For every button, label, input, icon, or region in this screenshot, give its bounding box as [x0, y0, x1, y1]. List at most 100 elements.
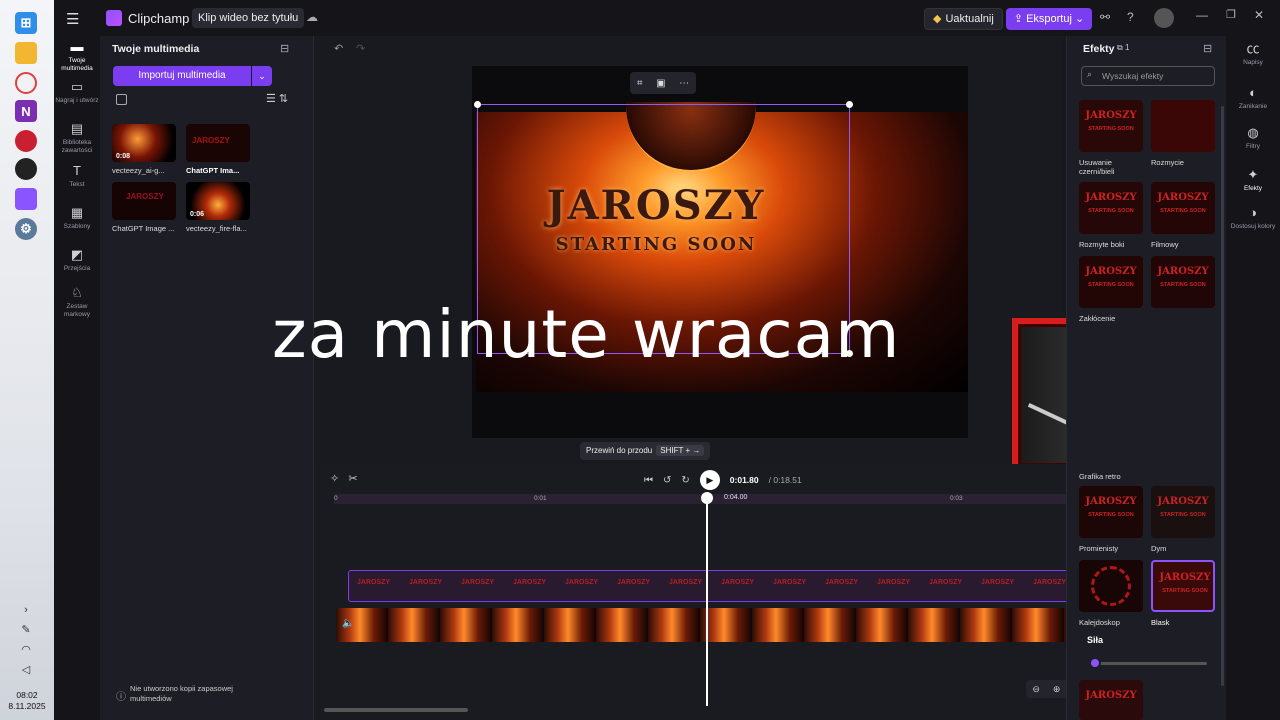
timeline-scrollbar[interactable]	[324, 708, 468, 712]
audio-icon[interactable]: 🔈	[342, 618, 354, 629]
minimize-icon[interactable]: —	[1196, 8, 1208, 22]
tile-subtitle: STARTING SOON	[1160, 208, 1206, 214]
camera-icon: ▭	[70, 79, 84, 94]
file-explorer-icon[interactable]	[15, 42, 37, 64]
media-thumb-3[interactable]: JAROSZY	[112, 182, 176, 220]
folder-icon: ▬	[70, 39, 84, 54]
overlay-clip-label: JAROSZY	[565, 579, 599, 586]
upgrade-button[interactable]: ◆ Uaktualnij	[924, 8, 1003, 30]
redo-icon[interactable]: ↷	[356, 42, 365, 55]
import-dropdown-button[interactable]: ⌄	[252, 66, 272, 86]
nav-content-library[interactable]: ▤ Biblioteka zawartości	[54, 122, 100, 155]
effects-scrollbar[interactable]	[1221, 106, 1224, 686]
resize-handle[interactable]	[846, 101, 853, 108]
effect-tile-10[interactable]: JAROSZY STARTING SOON	[1151, 560, 1215, 612]
avatar[interactable]	[1154, 8, 1174, 28]
export-button[interactable]: ⇪ Eksportuj ⌄	[1006, 8, 1092, 30]
clipchamp-taskbar-icon[interactable]	[15, 188, 37, 210]
taskbar-clock[interactable]: 08:02 8.11.2025	[0, 690, 54, 712]
tile-title: JAROSZY	[1085, 192, 1137, 203]
nav-record-create[interactable]: ▭ Nagraj i utwórz	[54, 80, 100, 105]
pen-icon[interactable]: ✎	[16, 620, 36, 640]
select-all-checkbox[interactable]	[116, 94, 127, 105]
strength-slider-thumb[interactable]	[1088, 657, 1101, 669]
nav-text[interactable]: T Tekst	[54, 164, 100, 189]
fit-icon[interactable]: ▣	[656, 78, 665, 89]
collapse-panel-icon[interactable]: ⊟	[1203, 42, 1212, 55]
kaleidoscope-graphic	[1091, 566, 1131, 606]
tile-title: JAROSZY	[1085, 266, 1137, 277]
nav-transitions[interactable]: ◩ Przejścia	[54, 248, 100, 273]
rb-filters[interactable]: ◍ Filtry	[1226, 126, 1280, 151]
import-media-button[interactable]: Importuj multimedia	[113, 66, 251, 86]
media-thumb-1[interactable]: 0:08	[112, 124, 176, 162]
opera-icon[interactable]	[15, 72, 37, 94]
collapse-panel-icon[interactable]: ⊟	[280, 42, 289, 55]
clipchamp-logo-icon	[106, 10, 122, 26]
effect-tile-2[interactable]	[1151, 100, 1215, 152]
windows-start-icon[interactable]: ⊞	[15, 12, 37, 34]
cloud-off-icon[interactable]: ☁	[306, 10, 318, 24]
effects-title: Efekty	[1083, 43, 1115, 55]
help-icon[interactable]: ?	[1127, 10, 1134, 24]
menu-icon[interactable]: ☰	[66, 10, 79, 28]
rb-fade[interactable]: ◐ Zanikanie	[1226, 86, 1280, 111]
volume-icon[interactable]: ◁	[16, 660, 36, 680]
filter-sort-icon[interactable]: ☰ ⇅	[266, 92, 288, 105]
nav-templates[interactable]: ▦ Szablony	[54, 206, 100, 231]
expand-tray-icon[interactable]: ›	[16, 600, 36, 620]
resize-handle[interactable]	[474, 101, 481, 108]
tile-subtitle: STARTING SOON	[1088, 126, 1134, 132]
effect-tile-more[interactable]: JAROSZY	[1079, 680, 1143, 720]
media-thumb-4[interactable]: 0:06	[186, 182, 250, 220]
effect-tile-1[interactable]: JAROSZY STARTING SOON	[1079, 100, 1143, 152]
zoom-in-icon[interactable]: ⊕	[1053, 684, 1061, 695]
project-title[interactable]: Klip wideo bez tytułu	[192, 8, 305, 28]
crop-icon[interactable]: ⌗	[637, 78, 643, 89]
close-icon[interactable]: ✕	[1254, 8, 1264, 22]
nav-brand-kit[interactable]: ♘ Zestaw markowy	[54, 286, 100, 319]
split-icon[interactable]: ✂	[348, 473, 357, 485]
nav-your-media[interactable]: ▬ Twoje multimedia	[54, 40, 100, 73]
rewind-icon[interactable]: ↺	[663, 475, 671, 486]
effect-tile-5[interactable]: JAROSZY STARTING SOON	[1079, 256, 1143, 308]
magic-icon[interactable]: ✧	[330, 473, 339, 485]
skip-back-icon[interactable]: ⏮	[644, 475, 653, 486]
undo-icon[interactable]: ↶	[334, 42, 343, 55]
search-input[interactable]: Wyszukaj efekty	[1081, 66, 1215, 86]
media-thumb-2[interactable]: JAROSZY	[186, 124, 250, 162]
share-icon[interactable]: ⚯	[1100, 10, 1110, 24]
rb-effects[interactable]: ✦ Efekty	[1226, 168, 1280, 193]
effect-tile-6[interactable]: JAROSZY STARTING SOON	[1151, 256, 1215, 308]
more-icon[interactable]: ⋯	[679, 78, 689, 89]
effect-tile-3[interactable]: JAROSZY STARTING SOON	[1079, 182, 1143, 234]
rb-adjust-colors[interactable]: ◑ Dostosuj kolory	[1226, 206, 1280, 231]
media-panel-title: Twoje multimedia	[112, 43, 200, 55]
tile-subtitle: STARTING SOON	[1160, 282, 1206, 288]
strength-slider[interactable]	[1089, 662, 1207, 665]
media-duration: 0:08	[116, 153, 131, 160]
forward-icon[interactable]: ↻	[681, 475, 689, 486]
app-icon[interactable]	[15, 158, 37, 180]
overlay-clip-label: JAROSZY	[877, 579, 911, 586]
playhead-handle[interactable]	[701, 492, 713, 504]
record-app-icon[interactable]	[15, 130, 37, 152]
zoom-out-icon[interactable]: ⊖	[1032, 684, 1040, 695]
effect-tile-8[interactable]: JAROSZY STARTING SOON	[1151, 486, 1215, 538]
play-button[interactable]: ▶	[699, 470, 720, 490]
maximize-icon[interactable]: ❐	[1226, 8, 1236, 21]
overlay-caption[interactable]: za minute wracam	[272, 296, 900, 373]
preview-canvas[interactable]: JAROSZY STARTING SOON ⌗ ▣ ⋯	[472, 66, 968, 438]
wifi-icon[interactable]: ◠	[16, 640, 36, 660]
effect-tile-4[interactable]: JAROSZY STARTING SOON	[1151, 182, 1215, 234]
settings-gear-icon[interactable]: ⚙	[15, 218, 37, 240]
effect-tile-7[interactable]: JAROSZY STARTING SOON	[1079, 486, 1143, 538]
effect-label-8: Dym	[1151, 544, 1167, 553]
effect-tile-9[interactable]	[1079, 560, 1143, 612]
overlay-track-clip[interactable]: JAROSZY JAROSZY JAROSZY JAROSZY JAROSZY JAROS…	[348, 570, 1120, 602]
onenote-icon[interactable]: N	[15, 100, 37, 122]
video-track-clip[interactable]: 🔈	[336, 608, 1120, 642]
playhead[interactable]	[706, 494, 708, 706]
effect-label-10: Blask	[1151, 618, 1170, 627]
rb-captions[interactable]: ㏄ Napisy	[1226, 42, 1280, 67]
